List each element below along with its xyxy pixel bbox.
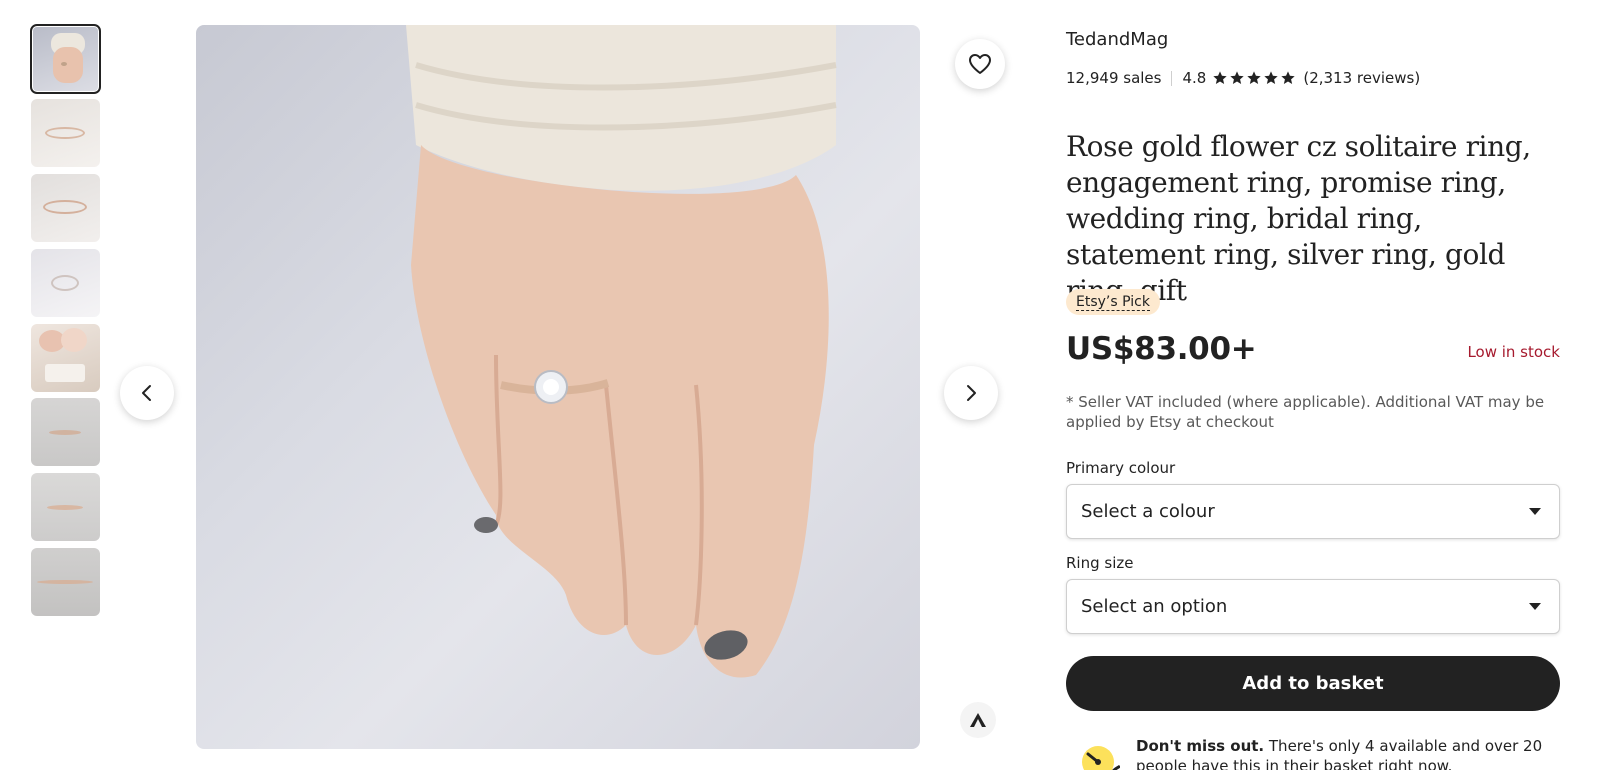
scarcity-notice: Don't miss out. There's only 4 available… — [1066, 728, 1560, 770]
ring-on-hand-illustration — [406, 25, 837, 678]
thumbnail-6[interactable] — [31, 398, 100, 466]
primary-colour-value: Select a colour — [1081, 501, 1215, 522]
flag-icon — [970, 713, 986, 727]
caret-down-icon — [1529, 508, 1541, 515]
star-icon — [1230, 71, 1245, 84]
thumbnail-5[interactable] — [31, 324, 100, 392]
thumbnail-2[interactable] — [31, 99, 100, 167]
star-icon — [1213, 71, 1228, 84]
gauge-icon — [1082, 746, 1120, 770]
star-icon — [1264, 71, 1279, 84]
chevron-right-icon — [967, 385, 976, 401]
thumbnail-4[interactable] — [31, 249, 100, 317]
shop-name[interactable]: TedandMag — [1066, 29, 1168, 50]
chevron-left-icon — [142, 385, 151, 401]
shop-rating-row: 12,949 sales 4.8 (2,313 reviews) — [1066, 69, 1420, 87]
etsys-pick-badge[interactable]: Etsy’s Pick — [1066, 289, 1160, 315]
thumbnail-1[interactable] — [30, 24, 101, 94]
notice-text: Don't miss out. There's only 4 available… — [1136, 736, 1560, 770]
thumbnail-7[interactable] — [31, 473, 100, 541]
favorite-button[interactable] — [955, 39, 1005, 89]
heart-icon — [969, 54, 991, 74]
thumbnail-8[interactable] — [31, 548, 100, 616]
caret-down-icon — [1529, 603, 1541, 610]
prev-image-button[interactable] — [120, 366, 174, 420]
star-icon — [1247, 71, 1262, 84]
add-to-basket-button[interactable]: Add to basket — [1066, 656, 1560, 711]
review-count[interactable]: (2,313 reviews) — [1303, 69, 1420, 87]
star-rating — [1212, 70, 1297, 86]
ring-size-value: Select an option — [1081, 596, 1228, 617]
stock-status: Low in stock — [1467, 343, 1560, 361]
listing-title: Rose gold flower cz solitaire ring, enga… — [1066, 130, 1531, 307]
primary-colour-label: Primary colour — [1066, 459, 1176, 477]
report-button[interactable] — [960, 702, 996, 738]
rating-value: 4.8 — [1182, 69, 1207, 87]
sales-count: 12,949 sales — [1066, 69, 1162, 87]
next-image-button[interactable] — [944, 366, 998, 420]
vat-note: * Seller VAT included (where applicable)… — [1066, 393, 1545, 431]
main-product-image — [196, 25, 920, 749]
badge-label: Etsy’s Pick — [1076, 294, 1150, 311]
thumbnail-3[interactable] — [31, 174, 100, 242]
divider — [1171, 70, 1173, 86]
ring-size-label: Ring size — [1066, 554, 1134, 572]
notice-bold: Don't miss out. — [1136, 737, 1265, 755]
price: US$83.00+ — [1066, 331, 1257, 367]
primary-colour-select[interactable]: Select a colour — [1066, 484, 1560, 539]
ring-size-select[interactable]: Select an option — [1066, 579, 1560, 634]
star-icon — [1281, 71, 1296, 84]
